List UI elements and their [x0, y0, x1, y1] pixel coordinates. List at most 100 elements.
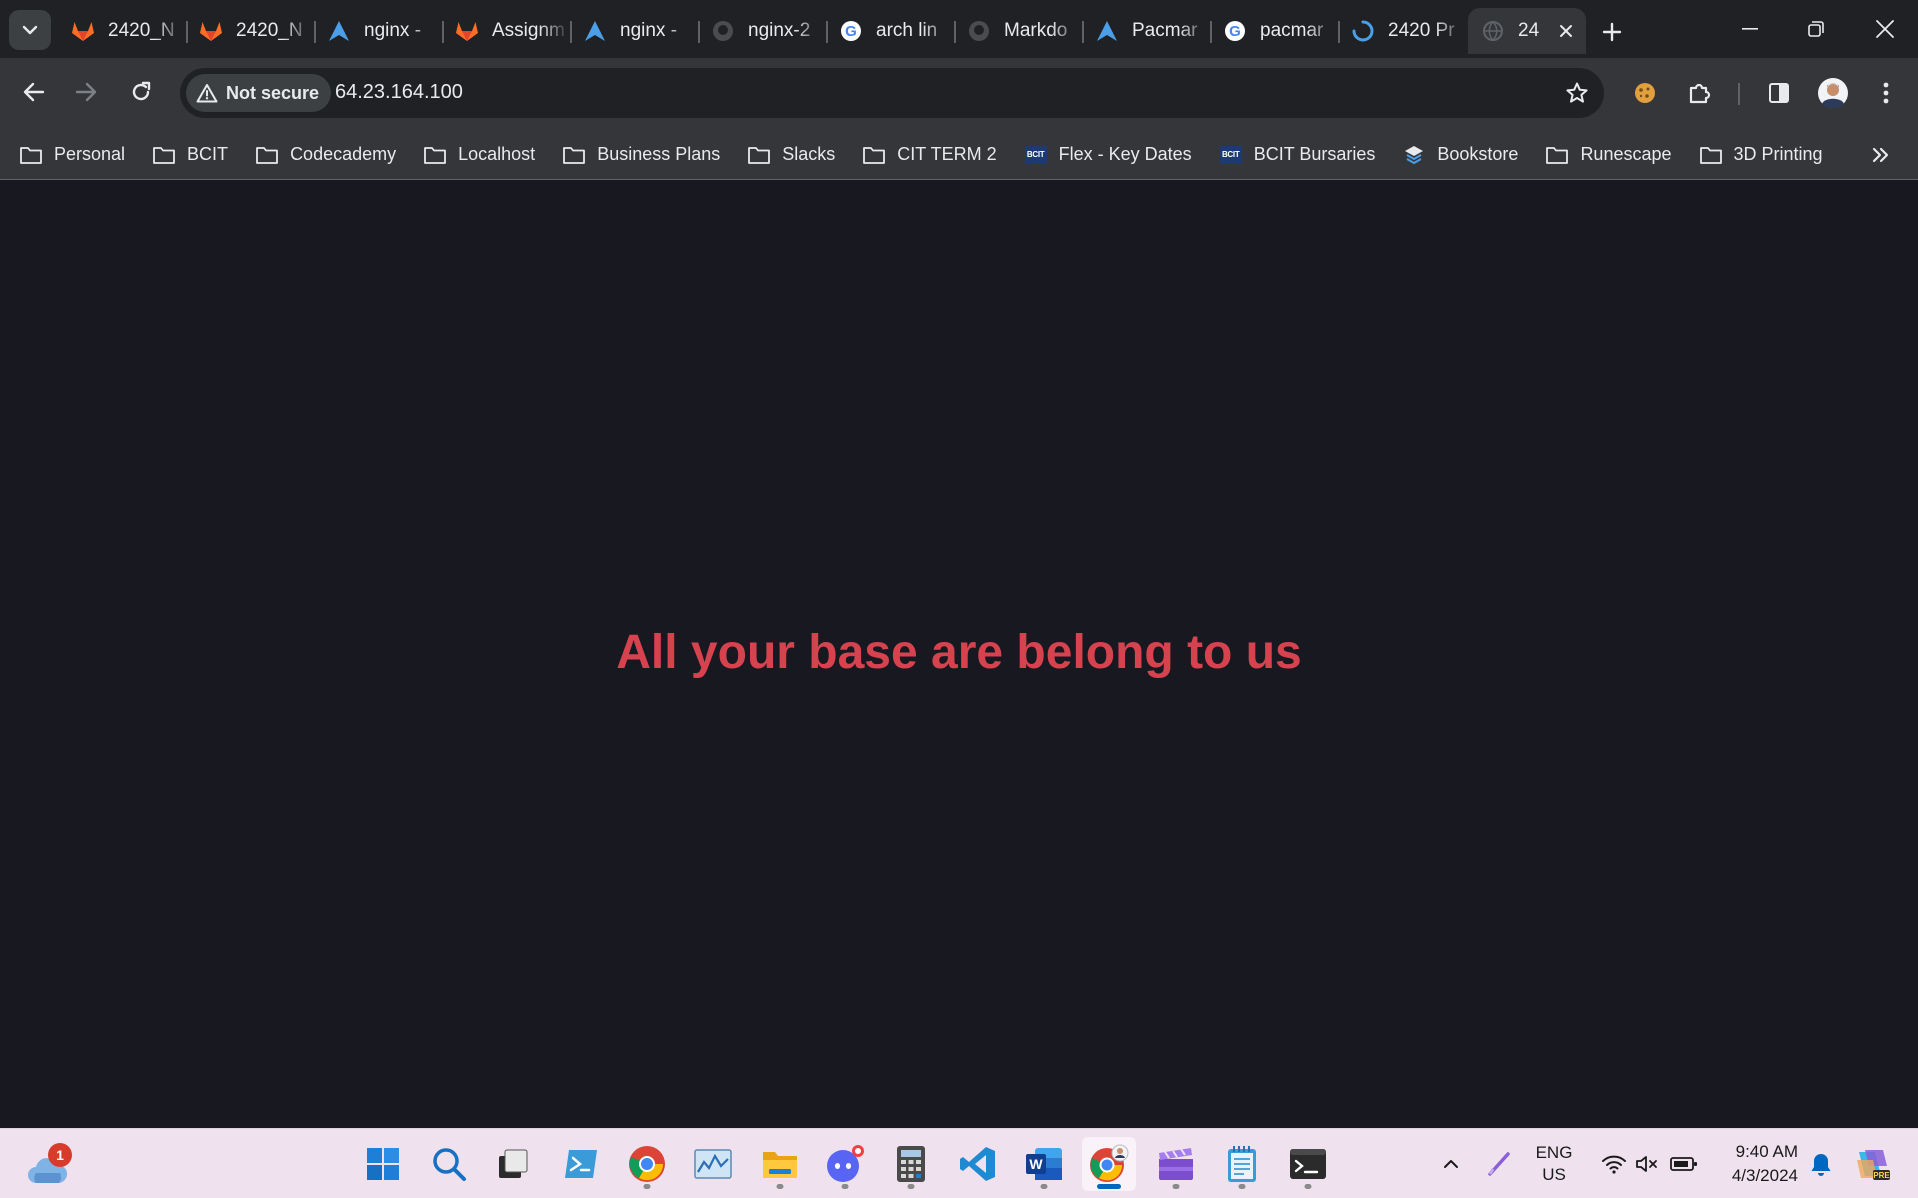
tab[interactable]: nginx - — [314, 8, 442, 54]
minimize-button[interactable] — [1722, 8, 1778, 50]
bookmarks-bar: Personal BCIT Codecademy Localhost Busin… — [0, 130, 1918, 180]
more-bookmarks-button[interactable] — [1866, 141, 1894, 169]
network-status[interactable] — [1596, 1129, 1632, 1198]
tab[interactable]: nginx - — [570, 8, 698, 54]
active-tab[interactable]: 24 — [1468, 8, 1586, 54]
taskbar-clock[interactable]: 9:40 AM 4/3/2024 — [1714, 1129, 1798, 1198]
back-button[interactable] — [14, 72, 54, 112]
bookmark-folder-personal[interactable]: Personal — [18, 144, 125, 166]
tab[interactable]: Markdo — [954, 8, 1082, 54]
reload-button[interactable] — [121, 72, 161, 112]
profile-button[interactable] — [1813, 73, 1853, 113]
volume-status[interactable] — [1632, 1129, 1664, 1198]
pen-menu-button[interactable] — [1482, 1129, 1516, 1198]
bookmark-folder-business-plans[interactable]: Business Plans — [561, 144, 720, 166]
taskbar-notepad[interactable] — [1215, 1137, 1269, 1191]
tab-search-button[interactable] — [9, 10, 51, 50]
bookstore-icon — [1401, 144, 1427, 166]
security-chip[interactable]: Not secure — [186, 74, 332, 112]
star-icon — [1566, 82, 1588, 103]
tab-title: Markdo — [1004, 20, 1068, 41]
running-indicator — [776, 1184, 784, 1189]
notepad-icon — [1228, 1146, 1256, 1182]
tab[interactable]: Pacmar — [1082, 8, 1210, 54]
tab-title: Assignm — [492, 20, 565, 41]
bookmark-folder-bcit[interactable]: BCIT — [151, 144, 228, 166]
language-code: ENG — [1535, 1143, 1573, 1162]
running-indicator — [643, 1184, 651, 1189]
plus-icon — [1602, 22, 1622, 42]
taskbar-file-explorer[interactable] — [753, 1137, 807, 1191]
bookmark-folder-runescape[interactable]: Runescape — [1544, 144, 1672, 166]
language-switcher[interactable]: ENG US — [1526, 1129, 1582, 1198]
chrome-menu-button[interactable] — [1866, 73, 1906, 113]
bookmark-folder-localhost[interactable]: Localhost — [422, 144, 535, 166]
tab[interactable]: G pacmar — [1210, 8, 1338, 54]
forward-button[interactable] — [66, 72, 106, 112]
bookmark-bcit-bursaries[interactable]: BCIT BCIT Bursaries — [1218, 144, 1375, 166]
new-tab-button[interactable] — [1595, 15, 1629, 49]
show-hidden-icons-button[interactable] — [1434, 1129, 1468, 1198]
page-headline: All your base are belong to us — [616, 626, 1302, 679]
start-button[interactable] — [356, 1137, 410, 1191]
bookmark-label: Runescape — [1580, 144, 1672, 164]
tab[interactable]: Assignm — [442, 8, 570, 54]
copilot-button[interactable]: PRE — [1850, 1129, 1894, 1198]
side-panel-icon — [1769, 83, 1789, 103]
battery-status[interactable] — [1666, 1129, 1702, 1198]
taskbar-word[interactable]: W — [1017, 1137, 1071, 1191]
bookmark-label: Flex - Key Dates — [1058, 144, 1192, 164]
side-panel-button[interactable] — [1759, 73, 1799, 113]
svg-text:PRE: PRE — [1873, 1171, 1890, 1180]
arch-linux-icon — [582, 18, 608, 44]
taskbar-discord[interactable] — [818, 1137, 872, 1191]
bookmark-folder-cit-term-2[interactable]: CIT TERM 2 — [861, 144, 997, 166]
tab[interactable]: 2420_N — [186, 8, 314, 54]
url-text[interactable]: 64.23.164.100 — [335, 81, 463, 104]
task-view-icon — [499, 1149, 528, 1178]
weather-widget[interactable]: 1 — [24, 1143, 72, 1187]
task-view-button[interactable] — [486, 1137, 540, 1191]
tab-title: 24 — [1518, 20, 1540, 41]
address-bar[interactable]: Not secure 64.23.164.100 — [180, 68, 1604, 118]
bookmark-label: Localhost — [458, 144, 536, 164]
tab[interactable]: G arch lin — [826, 8, 954, 54]
tab-title: nginx - — [620, 20, 678, 41]
chrome-profile-icon — [1090, 1144, 1129, 1182]
notification-center-button[interactable] — [1806, 1129, 1836, 1198]
tab-title: nginx - — [364, 20, 422, 41]
folder-icon — [746, 144, 772, 166]
notification-badge: 1 — [48, 1143, 72, 1167]
copilot-icon: PRE — [1857, 1150, 1890, 1180]
taskbar-vscode[interactable] — [951, 1137, 1005, 1191]
extensions-button[interactable] — [1680, 73, 1720, 113]
bookmark-star-button[interactable] — [1560, 76, 1594, 110]
tab[interactable]: 2420_N — [58, 8, 186, 54]
taskbar-calculator[interactable] — [884, 1137, 938, 1191]
bookmark-bookstore[interactable]: Bookstore — [1401, 144, 1518, 166]
running-indicator — [1040, 1184, 1048, 1189]
taskbar-powershell[interactable] — [554, 1137, 608, 1191]
taskbar-terminal[interactable] — [1281, 1137, 1335, 1191]
bookmark-folder-codecademy[interactable]: Codecademy — [254, 144, 396, 166]
bookmark-flex-key-dates[interactable]: BCIT Flex - Key Dates — [1023, 144, 1192, 166]
calculator-icon — [897, 1146, 925, 1182]
taskbar-search-button[interactable] — [422, 1137, 476, 1191]
taskbar-chrome-profile[interactable] — [1082, 1137, 1136, 1191]
tab[interactable]: 2420 Pr — [1338, 8, 1466, 54]
taskbar-resource-monitor[interactable] — [686, 1137, 740, 1191]
google-icon: G — [1222, 18, 1248, 44]
folder-icon — [151, 144, 177, 166]
bookmark-folder-3d-printing[interactable]: 3D Printing — [1698, 144, 1823, 166]
cookie-extension-button[interactable] — [1625, 73, 1665, 113]
folder-icon — [561, 144, 587, 166]
close-icon[interactable] — [1554, 19, 1578, 43]
tab-list: 2420_N 2420_N nginx - Assignm nginx - ng… — [58, 8, 1586, 58]
restore-button[interactable] — [1788, 8, 1844, 50]
taskbar-chrome[interactable] — [620, 1137, 674, 1191]
pen-icon — [1488, 1152, 1510, 1176]
taskbar-clipchamp[interactable] — [1149, 1137, 1203, 1191]
tab[interactable]: nginx-2 — [698, 8, 826, 54]
close-window-button[interactable] — [1857, 8, 1913, 50]
bookmark-folder-slacks[interactable]: Slacks — [746, 144, 835, 166]
